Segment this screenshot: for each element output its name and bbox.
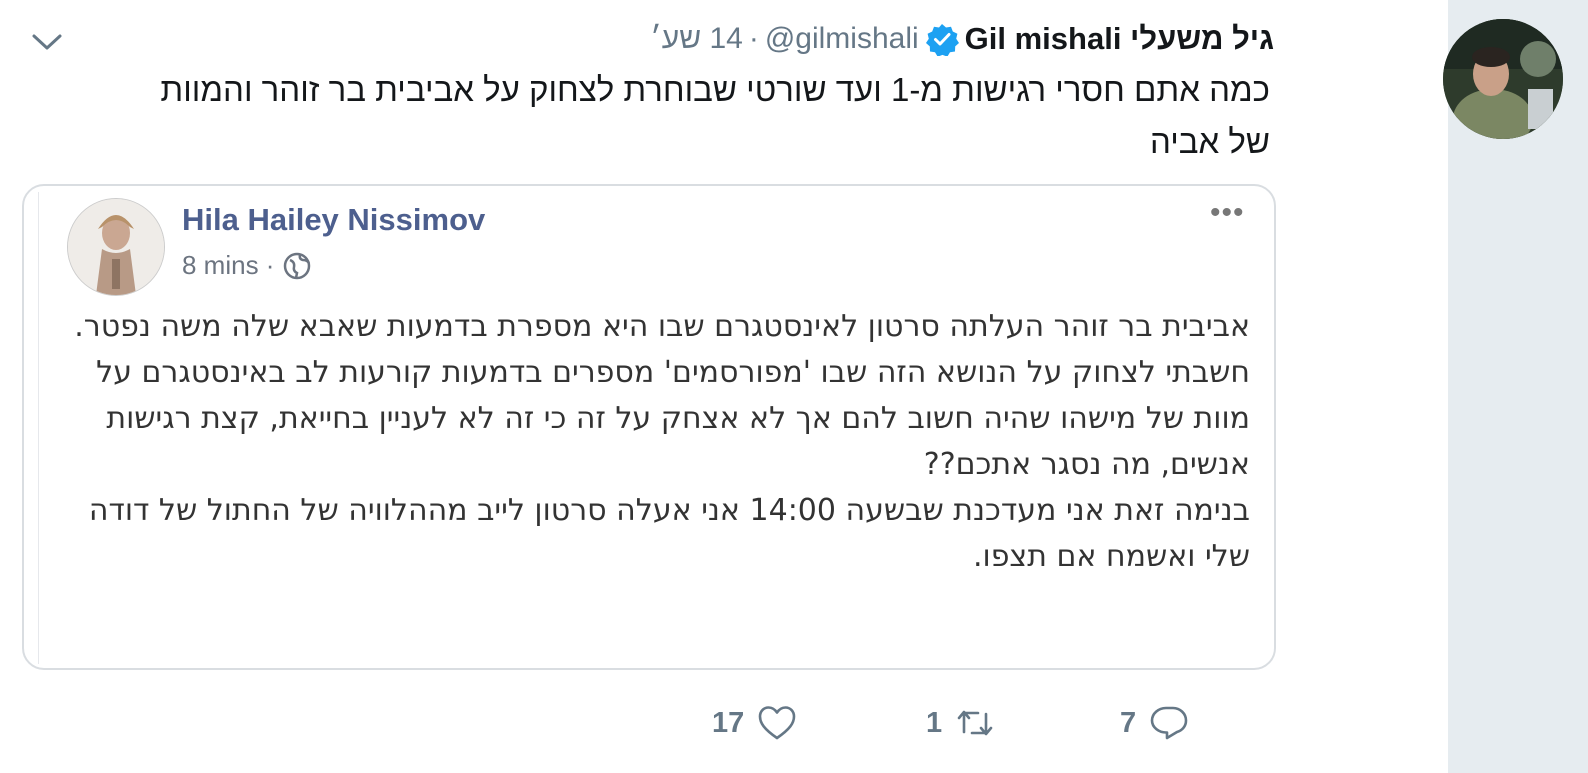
author-photo [68, 199, 164, 295]
like-button[interactable]: 17 [712, 702, 798, 744]
reply-button[interactable]: 7 [1120, 702, 1190, 744]
facebook-post-body: אביבית בר זוהר העלתה סרטון לאינסטגרם שבו… [60, 304, 1250, 580]
globe-icon [282, 251, 312, 281]
chevron-down-icon[interactable] [30, 28, 64, 56]
embedded-facebook-post-card[interactable]: Hila Hailey Nissimov 8 mins · ••• אביבית… [22, 184, 1276, 670]
reply-count: 7 [1120, 706, 1137, 739]
display-name[interactable]: Gil mishali גיל משעלי [965, 21, 1274, 57]
retweet-button[interactable]: 1 [926, 702, 996, 744]
facebook-post-time: 8 mins · [182, 250, 312, 281]
like-count: 17 [712, 706, 745, 739]
post-paragraph: חשבתי לצחוק על הנושא הזה שבו 'מפורסמים' … [96, 355, 1250, 482]
tweet-text-line: כמה אתם חסרי רגישות מ-1 ועד שורטי שבוחרת… [160, 71, 1270, 108]
handle[interactable]: @gilmishali [765, 22, 919, 56]
retweet-icon [957, 710, 993, 736]
tweet-time[interactable]: 14 שע׳ [650, 22, 743, 56]
facebook-author-avatar [67, 198, 165, 296]
facebook-author-name: Hila Hailey Nissimov [182, 202, 486, 237]
reply-icon [1150, 706, 1188, 740]
separator-dot: · [748, 22, 759, 55]
avatar-photo [1443, 19, 1563, 139]
post-paragraph: בנימה זאת אני מעדכנת שבשעה 14:00 אני אעל… [88, 493, 1250, 574]
tweet-text-line: של אביה [1149, 123, 1270, 160]
heart-icon [758, 706, 796, 740]
tweet-header: Gil mishali גיל משעלי @gilmishali · 14 ש… [650, 17, 1274, 61]
tweet-actions: 17 1 7 [712, 702, 1272, 750]
post-paragraph: אביבית בר זוהר העלתה סרטון לאינסטגרם שבו… [74, 309, 1250, 344]
tweet-text: כמה אתם חסרי רגישות מ-1 ועד שורטי שבוחרת… [40, 64, 1270, 168]
user-avatar[interactable] [1443, 19, 1563, 139]
facebook-post-time-label: 8 mins · [182, 250, 275, 280]
retweet-count: 1 [926, 706, 943, 739]
verified-badge-icon [925, 22, 959, 57]
more-options-icon[interactable]: ••• [1210, 198, 1245, 228]
